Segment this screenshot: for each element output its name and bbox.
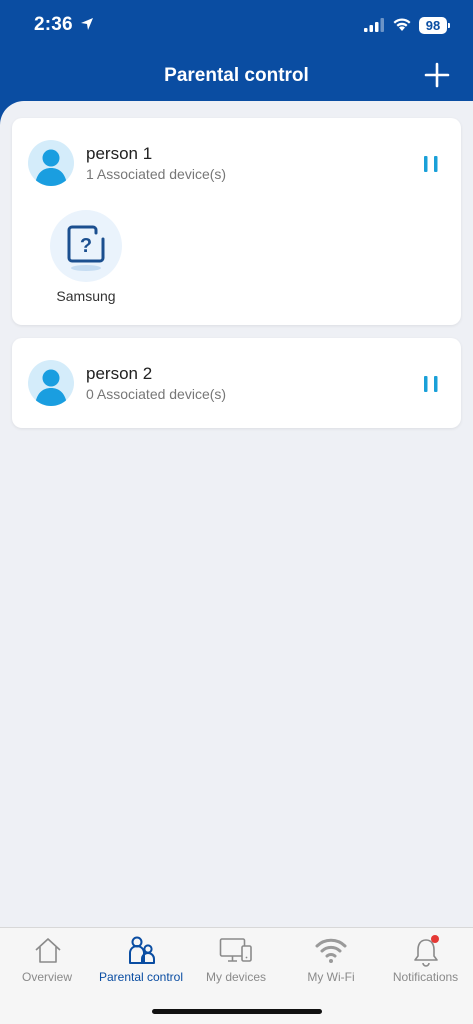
avatar [28,140,74,186]
cell-signal-icon [364,18,384,32]
tab-my-wifi[interactable]: My Wi-Fi [284,928,378,988]
person-card[interactable]: person 1 1 Associated device(s) ? Samsun… [12,118,461,325]
device-tile-samsung[interactable]: ? [50,210,122,282]
page-title: Parental control [164,65,309,86]
home-indicator[interactable] [152,1009,322,1014]
home-icon [35,938,61,963]
tab-label: My devices [205,970,267,984]
wifi-status-icon [393,18,411,31]
tab-label: Notifications [392,970,459,984]
location-arrow-icon [81,18,93,30]
tab-notifications[interactable]: Notifications [378,928,473,988]
tab-label: My Wi-Fi [307,970,355,984]
person-avatar-icon [35,149,67,186]
person-name: person 1 [86,144,153,163]
person-card[interactable]: person 2 0 Associated device(s) [12,338,461,428]
avatar [28,360,74,406]
person-avatar-icon [35,369,67,406]
svg-text:?: ? [80,235,92,257]
device-label: Samsung [56,288,116,304]
add-person-button[interactable] [424,62,450,88]
parental-icon [129,936,155,964]
battery-indicator: 98 [419,17,450,34]
pause-button[interactable] [421,374,441,394]
tab-label: Parental control [98,970,184,984]
status-bar: 2:36 98 [0,0,473,50]
devices-icon [219,938,252,962]
unknown-device-icon: ? [67,225,105,271]
tab-parental-control[interactable]: Parental control [94,928,188,988]
associated-devices-count: 1 Associated device(s) [86,166,227,182]
wifi-icon [315,938,347,963]
associated-devices-count: 0 Associated device(s) [86,386,227,402]
person-name: person 2 [86,364,153,383]
tab-my-devices[interactable]: My devices [188,928,284,988]
tab-overview[interactable]: Overview [0,928,94,988]
pause-button[interactable] [421,154,441,174]
status-time: 2:36 [34,14,73,35]
header-bar: 2:36 98 Parental control [0,0,473,101]
bell-icon [414,935,439,967]
tab-label: Overview [21,970,72,984]
